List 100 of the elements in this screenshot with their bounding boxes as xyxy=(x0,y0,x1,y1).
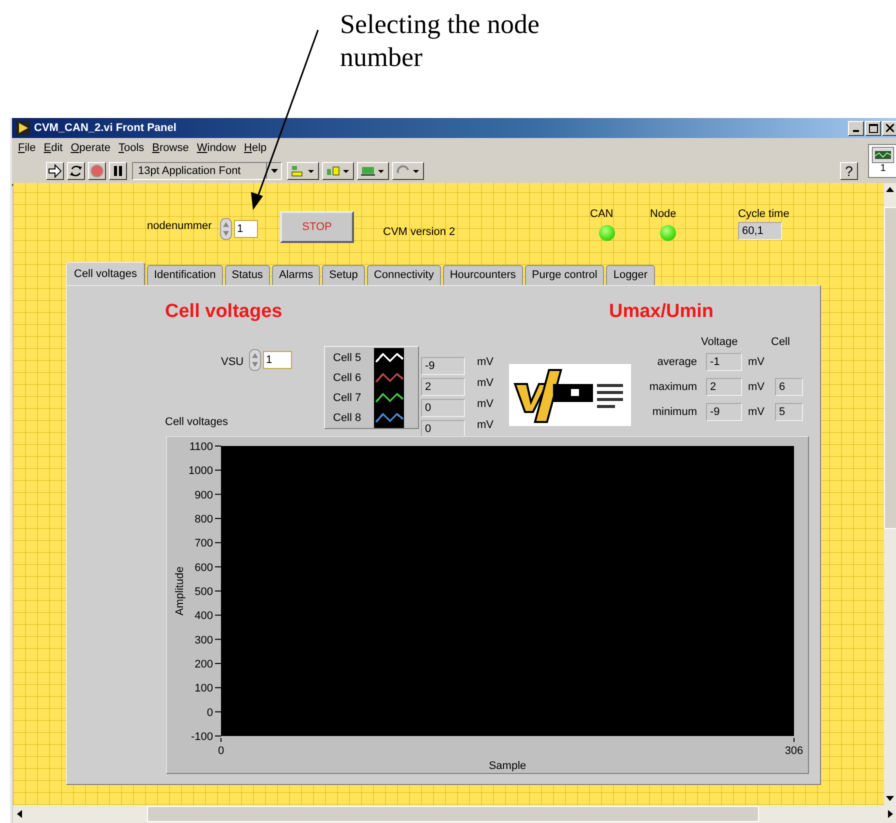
menu-item[interactable]: Browse xyxy=(152,142,189,157)
version-text: CVM version 2 xyxy=(383,226,456,238)
menu-item[interactable]: Window xyxy=(196,142,236,157)
axis-tick-label: 900 xyxy=(194,489,213,502)
unit-label: mV xyxy=(748,406,764,418)
horizontal-scrollbar[interactable] xyxy=(13,805,896,823)
tab[interactable]: Identification xyxy=(146,265,223,285)
cycle-time-indicator: 60,1 xyxy=(738,222,782,240)
voltage-indicator: -1 xyxy=(706,353,742,371)
tab[interactable]: Cell voltages xyxy=(66,262,145,285)
maximize-button[interactable] xyxy=(865,120,881,136)
unit-label: mV xyxy=(748,381,764,393)
tab[interactable]: Status xyxy=(224,265,270,285)
axis-tick-label: 800 xyxy=(194,514,213,526)
row-label: maximum xyxy=(648,381,697,393)
cycle-arrows-icon xyxy=(69,164,83,178)
stop-circle-icon xyxy=(90,164,104,178)
distribute-dropdown[interactable] xyxy=(322,162,354,180)
minimize-button[interactable] xyxy=(848,120,864,136)
unit-label: mV xyxy=(477,377,494,389)
axis-tick-label: 400 xyxy=(194,610,213,622)
vsu-field[interactable]: 1 xyxy=(263,351,292,369)
caret-icon xyxy=(270,169,278,173)
value-indicator: 2 xyxy=(421,378,465,396)
legend-label: Cell 7 xyxy=(333,392,362,404)
legend-label: Cell 5 xyxy=(333,352,362,364)
run-continuously-button[interactable] xyxy=(67,162,85,180)
distribute-icon xyxy=(325,164,351,178)
axis-tick-label: 1000 xyxy=(188,465,213,478)
indicator-label: CAN xyxy=(590,208,614,220)
maximize-icon xyxy=(868,124,878,132)
axis-tick-label: 500 xyxy=(194,586,213,598)
arrow-icon xyxy=(48,164,62,178)
tab[interactable]: Hourcounters xyxy=(442,265,523,285)
menu-item[interactable]: Operate xyxy=(70,142,110,157)
value-indicator: -9 xyxy=(421,357,465,375)
vi-icon xyxy=(16,121,30,135)
axis-tick-label: 700 xyxy=(194,538,213,550)
legend-label: Cell 8 xyxy=(333,412,362,424)
abort-button[interactable] xyxy=(88,162,106,180)
indicator-label: Node xyxy=(650,208,676,220)
close-icon xyxy=(886,124,894,132)
row-label: average xyxy=(656,356,697,368)
connector-pane[interactable]: 1 xyxy=(868,144,896,178)
menu-item[interactable]: File xyxy=(18,142,36,157)
axis-tick-label: 300 xyxy=(194,634,213,646)
tab[interactable]: Connectivity xyxy=(366,265,441,285)
column-header: Cell xyxy=(771,336,790,348)
menu-item[interactable]: Tools xyxy=(118,142,144,157)
cell-indicator: 6 xyxy=(775,378,803,396)
menu-item[interactable]: Help xyxy=(244,142,267,157)
close-button[interactable] xyxy=(882,120,896,136)
cell-indicator: 5 xyxy=(775,403,803,421)
tab[interactable]: Alarms xyxy=(272,265,320,285)
column-header: Voltage xyxy=(701,336,738,348)
control-label: VSU xyxy=(221,356,244,368)
row-label: minimum xyxy=(651,406,697,418)
axis-tick-label: 1100 xyxy=(189,441,213,453)
reorder-dropdown[interactable] xyxy=(392,162,424,180)
increment-decrement-icon[interactable] xyxy=(220,218,232,240)
logo-icon xyxy=(509,364,631,426)
tab[interactable]: Setup xyxy=(322,265,365,285)
graph-label: Cell voltages xyxy=(165,416,228,428)
indicator-label: Cycle time xyxy=(738,208,790,220)
vi-icon xyxy=(872,147,894,163)
value-indicator: 0 xyxy=(421,399,465,417)
annotation-text: Selecting the node number xyxy=(340,8,540,74)
axis-tick-label: 100 xyxy=(194,682,213,695)
node-number-field[interactable]: 1 xyxy=(234,220,258,238)
voltage-indicator: 2 xyxy=(706,378,742,396)
resize-dropdown[interactable] xyxy=(357,162,389,180)
control-label: nodenummer xyxy=(147,220,212,232)
axis-title: Amplitude xyxy=(174,566,186,616)
font-dropdown[interactable]: 13pt Application Font xyxy=(132,162,282,180)
plot-line-icon xyxy=(374,408,404,428)
run-button[interactable] xyxy=(46,162,64,180)
align-icon xyxy=(290,164,316,178)
tab[interactable]: Logger xyxy=(606,265,655,285)
axis-tick-label: 0 xyxy=(206,706,213,719)
help-button[interactable]: ? xyxy=(840,162,858,180)
axis-tick-label: 600 xyxy=(194,562,213,574)
unit-label: mV xyxy=(477,356,494,368)
align-dropdown[interactable] xyxy=(287,162,319,180)
voltage-indicator: -9 xyxy=(706,403,742,421)
axis-tick-label: 200 xyxy=(194,658,213,670)
vertical-scrollbar[interactable] xyxy=(884,183,896,805)
window-title: CVM_CAN_2.vi Front Panel xyxy=(34,122,176,134)
section-title: Cell voltages xyxy=(165,301,282,323)
axis-tick-label: 0 xyxy=(218,745,224,757)
resize-icon xyxy=(360,164,386,178)
plot-line-icon xyxy=(374,348,404,368)
axis-title: Sample xyxy=(488,760,526,772)
unit-label: mV xyxy=(477,419,494,431)
axis-tick-label: -100 xyxy=(190,731,213,743)
unit-label: mV xyxy=(748,356,764,368)
pause-button[interactable] xyxy=(109,162,127,180)
pause-icon xyxy=(112,165,124,177)
menu-item[interactable]: Edit xyxy=(44,142,63,157)
axis-tick-label: 306 xyxy=(784,745,804,757)
tab[interactable]: Purge control xyxy=(524,265,604,285)
